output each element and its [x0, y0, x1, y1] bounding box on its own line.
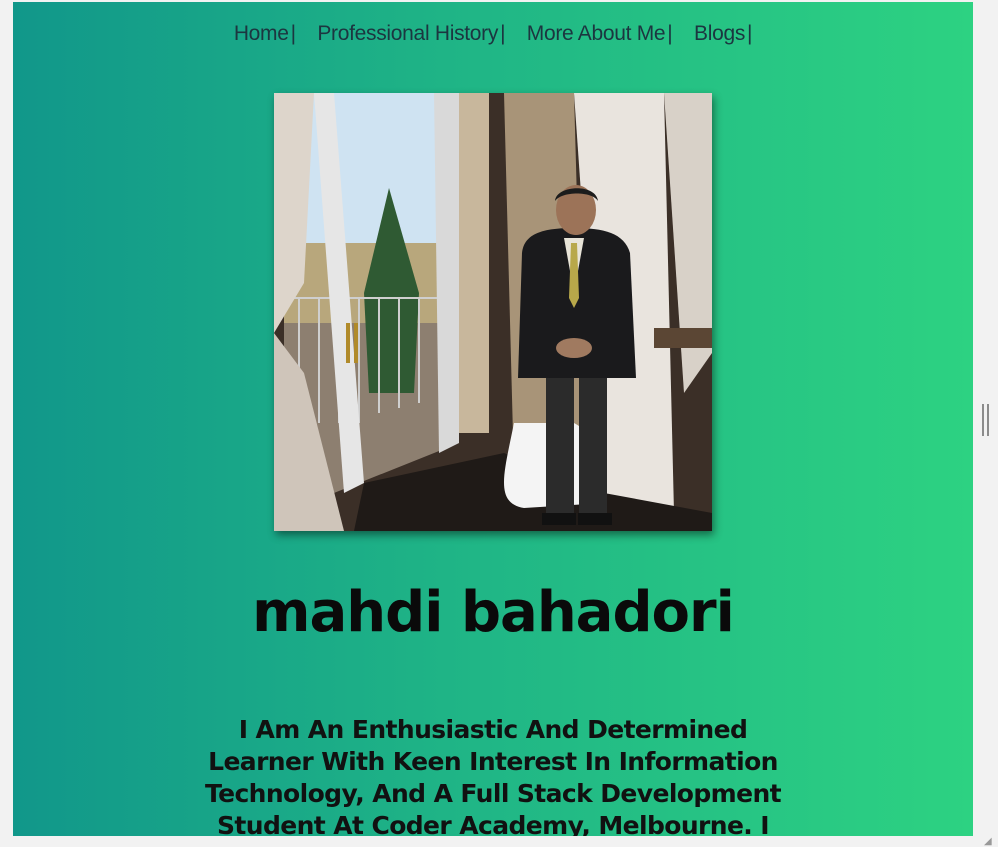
page-container: Home| Professional History| More About M…: [13, 2, 973, 836]
nav-link-professional-history[interactable]: Professional History|: [317, 22, 505, 45]
nav-link-home[interactable]: Home|: [234, 22, 296, 45]
scrollbar-handle[interactable]: [982, 404, 990, 436]
main-nav: Home| Professional History| More About M…: [13, 22, 973, 46]
nav-link-blogs[interactable]: Blogs|: [694, 22, 752, 45]
profile-photo: [274, 93, 712, 531]
nav-link-more-about-me[interactable]: More About Me|: [527, 22, 673, 45]
portrait-photo-image: [274, 93, 712, 531]
profile-bio: I Am An Enthusiastic And Determined Lear…: [204, 715, 782, 836]
profile-name: mahdi bahadori: [252, 580, 735, 645]
resize-grip-icon[interactable]: ◢: [984, 837, 994, 847]
